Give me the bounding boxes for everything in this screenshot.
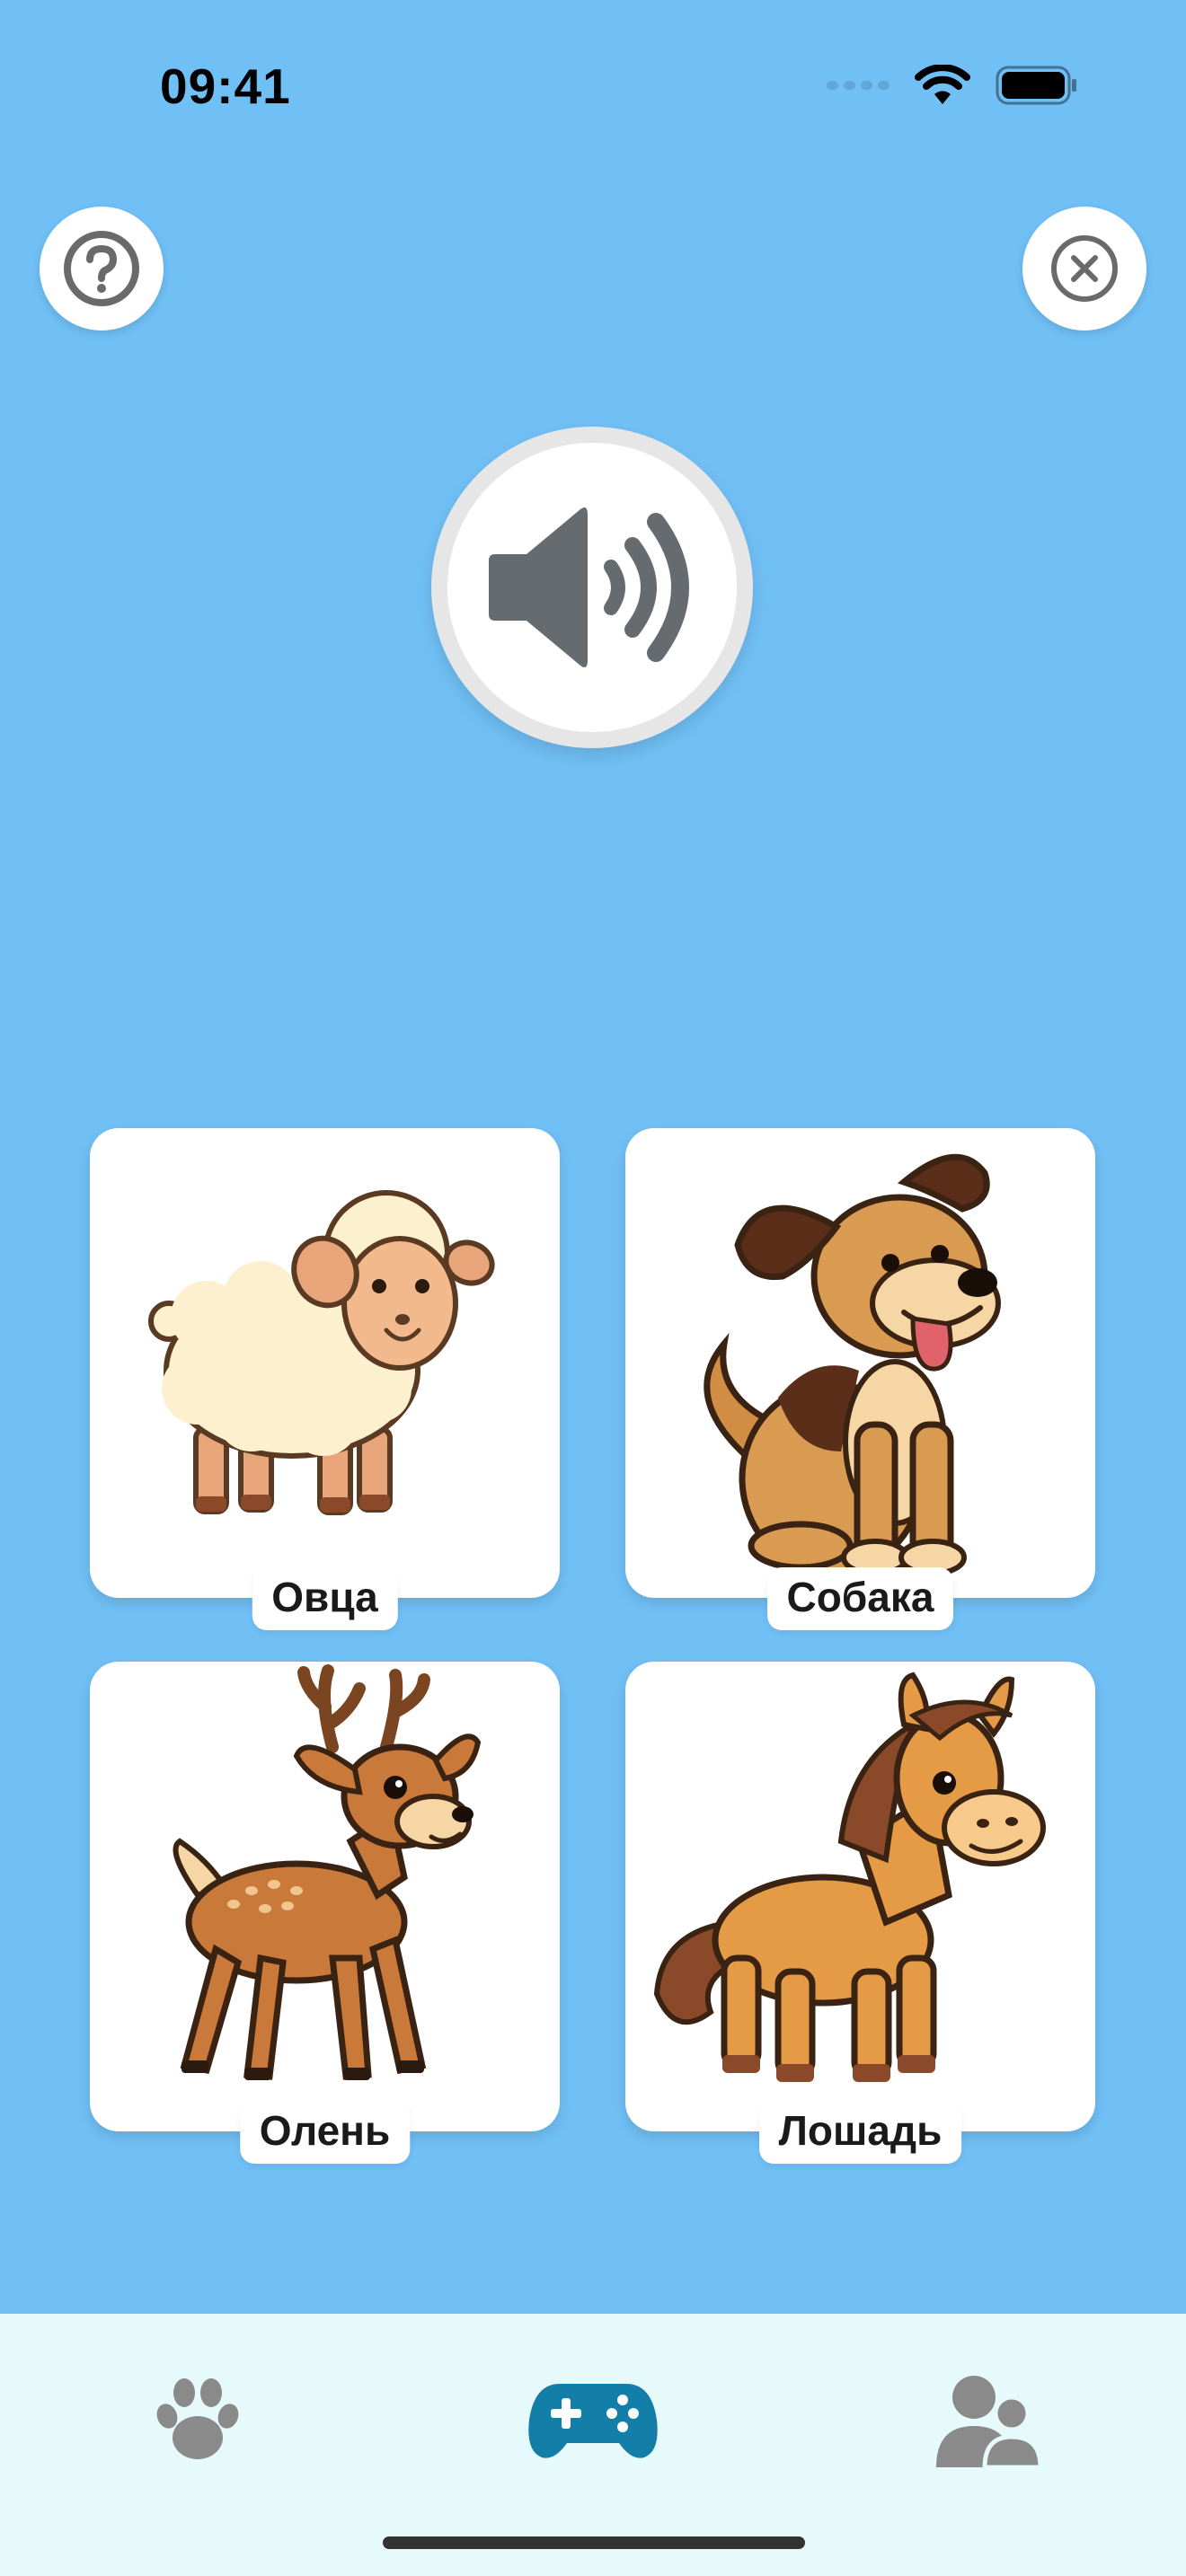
question-circle-icon (64, 231, 139, 306)
help-button[interactable] (40, 207, 164, 331)
play-sound-button-face (447, 443, 737, 732)
animal-card-label: Собака (766, 1567, 954, 1630)
wifi-icon (915, 65, 970, 104)
animal-card-sheep[interactable]: Овца (90, 1128, 560, 1630)
animal-card-dog[interactable]: Собака (625, 1128, 1095, 1630)
animal-card-deer[interactable]: Олень (90, 1662, 560, 2164)
close-button[interactable] (1022, 207, 1146, 331)
profile-icon (936, 2376, 1043, 2469)
paw-icon (156, 2378, 239, 2459)
animal-card-label: Лошадь (758, 2101, 962, 2164)
status-time: 09:41 (160, 58, 291, 114)
animal-card-label: Овца (252, 1567, 398, 1630)
animal-card-horse[interactable]: Лошадь (625, 1662, 1095, 2164)
gamepad-icon (528, 2384, 658, 2458)
status-bar: 09:41 (0, 0, 1186, 180)
dog-illustration (704, 1153, 1001, 1576)
deer-illustration (173, 1664, 482, 2080)
horse-illustration (653, 1672, 1046, 2082)
status-icons (827, 65, 1078, 106)
play-sound-button[interactable] (431, 427, 753, 748)
cellular-signal-icon (827, 81, 890, 90)
animal-card-label: Олень (239, 2101, 411, 2164)
tab-profile[interactable] (907, 2357, 1069, 2483)
close-circle-icon (1051, 235, 1118, 302)
sheep-illustration (148, 1190, 495, 1515)
battery-icon (996, 66, 1076, 105)
tab-animals[interactable] (117, 2357, 279, 2483)
speaker-icon (489, 507, 689, 667)
home-indicator (383, 2536, 805, 2549)
tab-games[interactable] (512, 2357, 674, 2483)
